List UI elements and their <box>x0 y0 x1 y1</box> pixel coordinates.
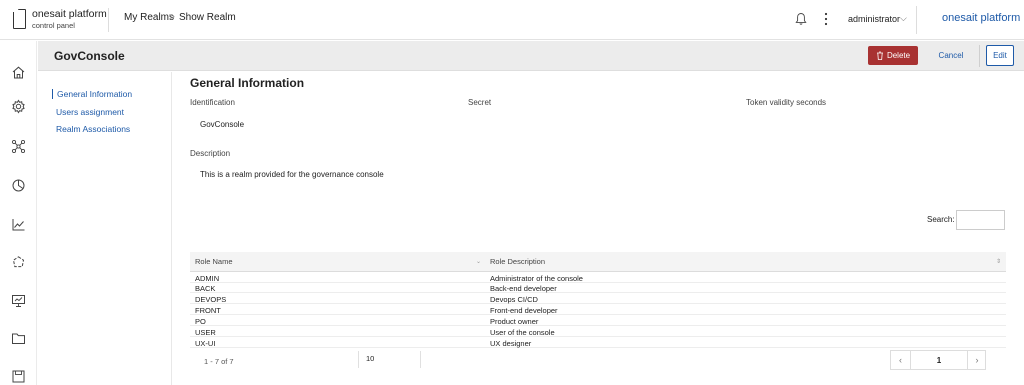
divider <box>358 351 359 368</box>
description-value: This is a realm provided for the governa… <box>200 170 384 179</box>
role-name-cell: FRONT <box>195 306 221 315</box>
pagination: ‹ 1 › <box>890 350 986 370</box>
role-name-cell: USER <box>195 328 216 337</box>
role-description-cell: UX designer <box>490 339 532 348</box>
breadcrumb-separator: > <box>169 12 175 23</box>
top-bar: onesait platform control panel My Realms… <box>0 0 1024 40</box>
chevron-down-icon[interactable]: ⌵ <box>900 13 907 24</box>
nav-users-assignment[interactable]: Users assignment <box>56 107 124 117</box>
page-title: GovConsole <box>54 49 125 63</box>
role-name-cell: PO <box>195 317 206 326</box>
brand-link[interactable]: onesait platform <box>942 12 1020 24</box>
role-description-cell: Devops CI/CD <box>490 295 538 304</box>
icon-sidebar <box>0 41 37 385</box>
divider <box>420 351 421 368</box>
save-icon[interactable] <box>11 369 26 384</box>
brand-subtitle: control panel <box>32 21 75 30</box>
role-name-cell: UX-UI <box>195 339 216 348</box>
search-input[interactable] <box>956 210 1005 230</box>
cycle-icon[interactable] <box>11 255 26 270</box>
table-row: BACK Back-end developer <box>190 284 1006 293</box>
table-row: FRONT Front-end developer <box>190 306 1006 315</box>
role-description-cell: Administrator of the console <box>490 274 583 283</box>
notification-bell-icon[interactable] <box>795 12 807 26</box>
settings-icon[interactable] <box>11 99 26 114</box>
page-size-select[interactable]: 10 <box>366 354 374 363</box>
role-description-cell: User of the console <box>490 328 555 337</box>
breadcrumb-my-realms[interactable]: My Realms <box>124 12 174 23</box>
monitor-icon[interactable] <box>11 293 26 308</box>
divider <box>979 45 980 67</box>
role-name-cell: DEVOPS <box>195 295 227 304</box>
sort-icon[interactable]: ⇕ <box>996 258 1001 265</box>
row-count: 1 - 7 of 7 <box>204 357 234 366</box>
divider <box>108 8 109 32</box>
section-title: General Information <box>190 76 305 90</box>
table-row: PO Product owner <box>190 317 1006 326</box>
description-label: Description <box>190 149 231 158</box>
identification-value: GovConsole <box>200 120 245 129</box>
table-footer: 1 - 7 of 7 10 ‹ 1 › <box>190 349 1006 371</box>
table-row: ADMIN Administrator of the console <box>190 274 1006 283</box>
table-row: USER User of the console <box>190 328 1006 337</box>
role-description-cell: Product owner <box>490 317 539 326</box>
nav-general-information[interactable]: General Information <box>52 89 132 99</box>
breadcrumb-show-realm: Show Realm <box>179 12 236 23</box>
role-name-cell: BACK <box>195 284 216 293</box>
token-validity-label: Token validity seconds <box>746 98 827 107</box>
roles-table-header: Role Name ⌄ Role Description ⇕ <box>190 252 1006 272</box>
table-row: DEVOPS Devops CI/CD <box>190 295 1006 304</box>
next-page-button[interactable]: › <box>967 351 986 369</box>
folder-icon[interactable] <box>11 331 26 346</box>
nav-realm-associations[interactable]: Realm Associations <box>56 124 130 134</box>
platform-logo-icon[interactable] <box>13 9 26 29</box>
table-row: UX-UI UX designer <box>190 339 1006 348</box>
chart-icon[interactable] <box>11 217 26 232</box>
page-title-bar: GovConsole Delete Cancel Edit <box>38 41 1024 71</box>
home-icon[interactable] <box>11 65 26 80</box>
cancel-button[interactable]: Cancel <box>934 46 968 65</box>
delete-label: Delete <box>886 51 911 60</box>
search-label: Search: <box>927 215 955 224</box>
user-menu[interactable]: administrator <box>848 14 900 24</box>
role-description-cell: Front-end developer <box>490 306 558 315</box>
identification-label: Identification <box>190 98 235 107</box>
divider <box>916 6 917 34</box>
role-description-cell: Back-end developer <box>490 284 557 293</box>
more-options-icon[interactable] <box>824 11 828 27</box>
previous-page-button[interactable]: ‹ <box>891 351 911 369</box>
sort-icon[interactable]: ⌄ <box>476 258 481 265</box>
analytics-icon[interactable] <box>11 178 26 193</box>
delete-button[interactable]: Delete <box>868 46 918 65</box>
realm-section-nav: General Information Users assignment Rea… <box>38 72 172 385</box>
secret-label: Secret <box>468 98 492 107</box>
edit-button[interactable]: Edit <box>986 45 1014 66</box>
trash-icon <box>876 51 883 60</box>
role-name-cell: ADMIN <box>195 274 220 283</box>
network-icon[interactable] <box>11 139 26 154</box>
current-page[interactable]: 1 <box>911 351 967 369</box>
column-role-description[interactable]: Role Description <box>490 257 545 266</box>
column-role-name[interactable]: Role Name <box>195 257 233 266</box>
brand-name[interactable]: onesait platform <box>32 9 107 20</box>
